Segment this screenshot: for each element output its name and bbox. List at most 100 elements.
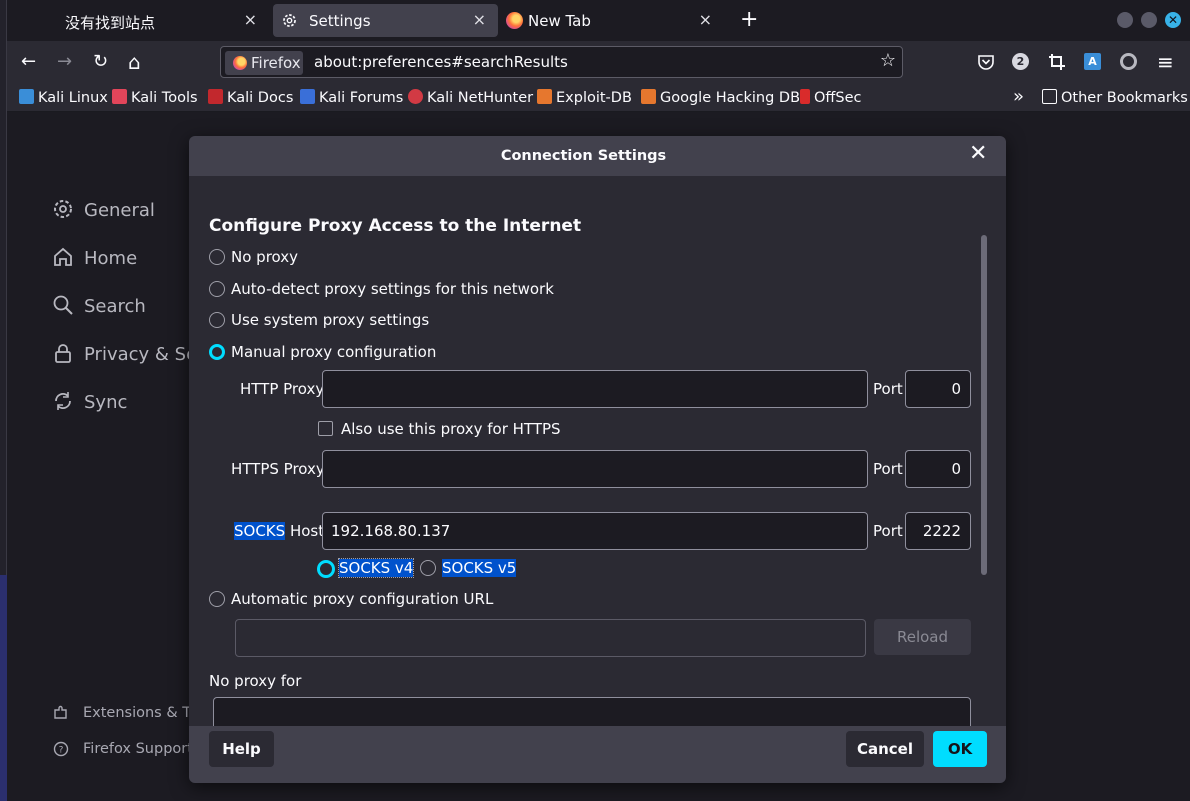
auto-config-url-input[interactable] (235, 619, 866, 657)
radio-auto-config-url[interactable] (209, 591, 225, 607)
dialog-body: Configure Proxy Access to the Internet N… (189, 176, 1006, 726)
gear-icon (54, 200, 72, 218)
sidebar-item-search[interactable]: Search (52, 294, 146, 317)
reload-button[interactable]: Reload (874, 619, 971, 655)
label-http-proxy: HTTP Proxy (240, 380, 325, 398)
help-button[interactable]: Help (209, 731, 274, 767)
window-close-button[interactable]: ✕ (1165, 12, 1181, 28)
bookmark-kali-tools[interactable]: Kali Tools (112, 89, 198, 106)
firefox-window: 没有找到站点 × Settings × New Tab × + ✕ ← → ↻ … (0, 0, 1190, 801)
proxy-heading: Configure Proxy Access to the Internet (209, 216, 582, 236)
bookmark-kali-forums[interactable]: Kali Forums (300, 89, 403, 106)
bookmark-offsec[interactable]: OffSec (800, 89, 862, 106)
desktop-edge (0, 0, 7, 801)
firefox-icon (506, 12, 523, 29)
tab-new-tab[interactable]: New Tab × (499, 4, 724, 37)
https-port-input[interactable]: 0 (905, 450, 971, 488)
sidebar-extensions-themes[interactable]: Extensions & The (53, 705, 209, 721)
bookmark-kali-docs[interactable]: Kali Docs (208, 89, 293, 106)
label-no-proxy-for: No proxy for (209, 672, 302, 690)
bookmark-google-hacking-db[interactable]: Google Hacking DB (641, 89, 800, 106)
tab-not-found[interactable]: 没有找到站点 × (15, 4, 269, 37)
tab-title: 没有找到站点 (65, 14, 156, 32)
dialog-title: Connection Settings (500, 148, 667, 164)
label-manual-proxy: Manual proxy configuration (231, 343, 437, 361)
back-button[interactable]: ← (21, 51, 36, 73)
nethunter-icon (408, 89, 423, 104)
label-socks-port: Port (873, 522, 903, 540)
label-socks-host: SOCKS Host (234, 522, 325, 540)
home-icon (54, 247, 72, 266)
checkbox-also-https[interactable] (318, 421, 333, 436)
connection-settings-dialog: Connection Settings ✕ Configure Proxy Ac… (189, 136, 1006, 783)
label-socks-v5: SOCKS v5 (442, 559, 517, 577)
forward-button[interactable]: → (57, 51, 72, 73)
tab-close-icon[interactable]: × (699, 10, 712, 29)
tab-close-icon[interactable]: × (244, 10, 257, 29)
label-https-port: Port (873, 460, 903, 478)
menu-button[interactable]: ≡ (1157, 50, 1174, 74)
bookmarks-overflow-button[interactable]: » (1013, 86, 1024, 107)
bookmarks-bar: Kali Linux Kali Tools Kali Docs Kali For… (7, 83, 1190, 112)
firefox-icon (233, 56, 247, 70)
sidebar-item-general[interactable]: General (52, 198, 155, 221)
radio-manual-proxy[interactable] (209, 344, 225, 360)
url-text[interactable]: about:preferences#searchResults (314, 53, 568, 71)
https-proxy-input[interactable] (322, 450, 868, 488)
help-icon: ? (53, 741, 69, 757)
bookmark-star-icon[interactable]: ☆ (880, 50, 896, 71)
extension-icon[interactable] (1120, 53, 1137, 70)
label-socks-v4: SOCKS v4 (337, 558, 415, 578)
crop-icon[interactable] (1048, 53, 1066, 71)
tab-bar: 没有找到站点 × Settings × New Tab × + ✕ (7, 0, 1190, 41)
sidebar-item-sync[interactable]: Sync (52, 390, 127, 413)
sidebar-firefox-support[interactable]: ? Firefox Support (53, 741, 193, 757)
label-http-port: Port (873, 380, 903, 398)
lock-icon (55, 344, 71, 363)
dialog-close-button[interactable]: ✕ (969, 143, 987, 165)
bookmark-kali-linux[interactable]: Kali Linux (19, 89, 108, 106)
tab-title: Settings (309, 12, 371, 30)
socks-host-input[interactable]: 192.168.80.137 (322, 512, 868, 550)
label-auto-detect: Auto-detect proxy settings for this netw… (231, 280, 554, 298)
kali-docs-icon (208, 89, 223, 104)
maximize-button[interactable] (1141, 12, 1157, 28)
cancel-button[interactable]: Cancel (846, 731, 924, 767)
home-button[interactable]: ⌂ (128, 51, 141, 73)
sidebar-item-home[interactable]: Home (52, 246, 137, 269)
http-port-input[interactable]: 0 (905, 370, 971, 408)
no-proxy-for-textarea[interactable] (213, 697, 971, 726)
socks-port-input[interactable]: 2222 (905, 512, 971, 550)
svg-text:?: ? (59, 746, 64, 756)
kali-forums-icon (300, 89, 315, 104)
radio-no-proxy[interactable] (209, 249, 225, 265)
downloads-badge-icon[interactable]: 2 (1012, 53, 1029, 70)
tab-title: New Tab (528, 12, 591, 30)
dialog-scrollbar[interactable] (981, 235, 987, 575)
url-bar[interactable]: Firefox about:preferences#searchResults … (220, 46, 903, 78)
radio-socks-v4[interactable] (317, 560, 335, 578)
radio-socks-v5[interactable] (420, 560, 436, 576)
folder-icon (1042, 89, 1057, 104)
offsec-icon (800, 89, 810, 104)
exploit-db-icon (537, 89, 552, 104)
minimize-button[interactable] (1117, 12, 1133, 28)
translate-icon[interactable]: A (1084, 53, 1101, 70)
radio-auto-detect[interactable] (209, 281, 225, 297)
reload-button[interactable]: ↻ (93, 51, 108, 73)
tab-settings[interactable]: Settings × (273, 4, 498, 37)
bookmark-kali-nethunter[interactable]: Kali NetHunter (408, 89, 533, 106)
identity-box[interactable]: Firefox (225, 51, 303, 75)
pocket-icon[interactable] (977, 53, 995, 71)
label-no-proxy: No proxy (231, 248, 298, 266)
radio-system-proxy[interactable] (209, 312, 225, 328)
other-bookmarks[interactable]: Other Bookmarks (1042, 89, 1188, 106)
bookmark-exploit-db[interactable]: Exploit-DB (537, 89, 632, 106)
search-icon (53, 295, 73, 315)
tab-close-icon[interactable]: × (473, 10, 486, 29)
ok-button[interactable]: OK (933, 731, 987, 767)
puzzle-icon (54, 705, 67, 719)
http-proxy-input[interactable] (322, 370, 868, 408)
new-tab-button[interactable]: + (740, 7, 758, 32)
ghdb-icon (641, 89, 656, 104)
